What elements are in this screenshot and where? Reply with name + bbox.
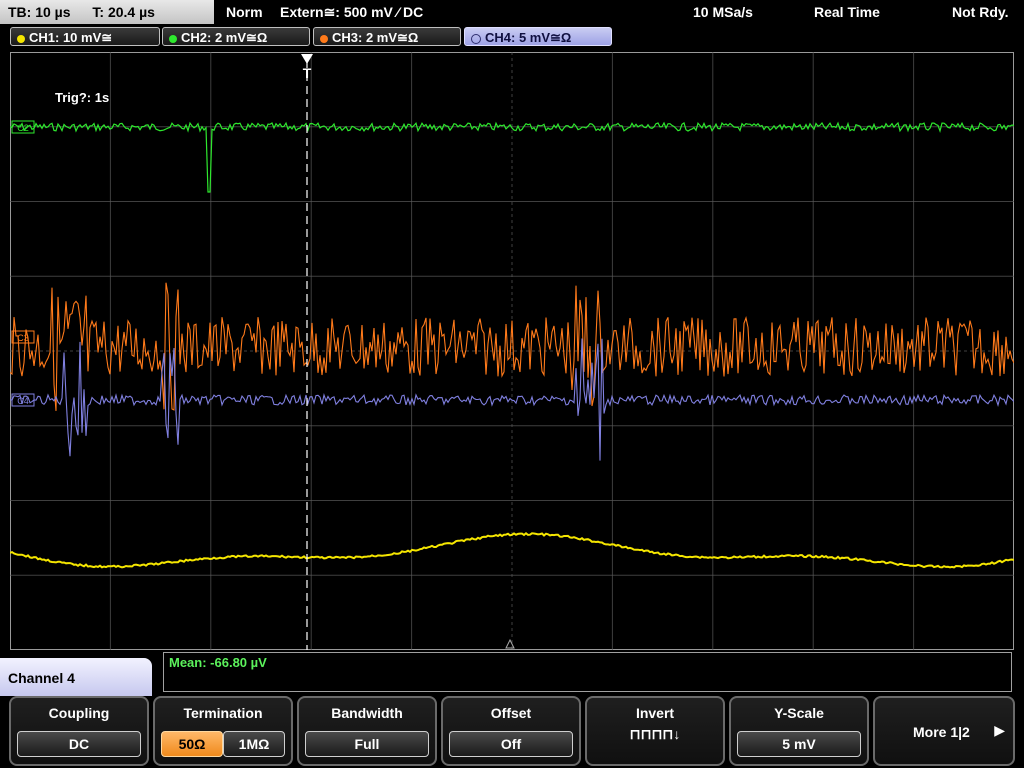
termination-1mohm-option[interactable]: 1MΩ (223, 731, 285, 757)
waveform-canvas: T C2 C3 C4 (10, 52, 1014, 650)
ch3-offset-marker-label: C3 (17, 333, 29, 343)
trigger-time-value: T: 20.4 µs (92, 4, 155, 20)
more-label: More 1|2 (913, 724, 970, 740)
termination-softkey[interactable]: Termination 50Ω 1MΩ (153, 696, 293, 766)
offset-title: Offset (490, 705, 532, 721)
bandwidth-title: Bandwidth (331, 705, 403, 721)
more-arrow-icon: ▶ (994, 722, 1005, 738)
yscale-value[interactable]: 5 mV (737, 731, 861, 757)
ch2-color-dot (169, 34, 177, 43)
ch2-offset-marker-label: C2 (17, 123, 29, 133)
center-marker-icon (505, 638, 515, 649)
trigger-mode[interactable]: Norm (226, 0, 263, 24)
ch4-label: CH4: 5 mV≅Ω (485, 30, 572, 45)
mean-measurement: Mean: -66.80 µV (169, 655, 267, 670)
termination-title: Termination (183, 705, 263, 721)
invert-waveform-icon: ⊓⊓⊓⊓↓ (629, 726, 681, 742)
trigger-status-text: Trig?: 1s (55, 90, 110, 105)
channel-2-tab[interactable]: CH2: 2 mV≅Ω (162, 27, 310, 46)
invert-title: Invert (635, 705, 675, 721)
ch2-label: CH2: 2 mV≅Ω (181, 30, 268, 45)
acquisition-status: Not Rdy. (952, 4, 1009, 20)
ch2-waveform (10, 121, 1014, 193)
status-bar: TB: 10 µs T: 20.4 µs Norm Extern≅: 500 m… (0, 0, 1024, 26)
channel-1-tab[interactable]: CH1: 10 mV≅ (10, 27, 160, 46)
timebase-box[interactable]: TB: 10 µs T: 20.4 µs (0, 0, 214, 24)
trigger-source[interactable]: Extern≅: 500 mV ⁄ DC (280, 0, 423, 24)
ch1-label: CH1: 10 mV≅ (29, 30, 113, 45)
menu-title: Channel 4 (0, 658, 152, 698)
sample-rate: 10 MSa/s (693, 4, 753, 20)
more-softkey[interactable]: More 1|2 ▶ (873, 696, 1015, 766)
trigger-marker-label: T (303, 65, 312, 81)
timebase-value: TB: 10 µs (8, 4, 71, 20)
offset-softkey[interactable]: Offset Off (441, 696, 581, 766)
coupling-title: Coupling (48, 705, 110, 721)
yscale-title: Y-Scale (774, 705, 824, 721)
acquisition-mode: Real Time (814, 4, 880, 20)
offset-value[interactable]: Off (449, 731, 573, 757)
ch3-color-dot (320, 34, 328, 43)
bandwidth-softkey[interactable]: Bandwidth Full (297, 696, 437, 766)
coupling-value[interactable]: DC (17, 731, 141, 757)
coupling-softkey[interactable]: Coupling DC (9, 696, 149, 766)
measurement-panel (163, 652, 1012, 692)
ch4-offset-marker-label: C4 (17, 396, 29, 406)
bandwidth-value[interactable]: Full (305, 731, 429, 757)
channel-4-tab[interactable]: CH4: 5 mV≅Ω (464, 27, 612, 46)
ch1-color-dot (17, 34, 25, 43)
termination-50ohm-option[interactable]: 50Ω (161, 731, 223, 757)
ch4-color-dot (471, 33, 481, 44)
ch3-label: CH3: 2 mV≅Ω (332, 30, 419, 45)
channel-3-tab[interactable]: CH3: 2 mV≅Ω (313, 27, 461, 46)
invert-softkey[interactable]: Invert ⊓⊓⊓⊓↓ (585, 696, 725, 766)
yscale-softkey[interactable]: Y-Scale 5 mV (729, 696, 869, 766)
channel-row: CH1: 10 mV≅ CH2: 2 mV≅Ω CH3: 2 mV≅Ω CH4:… (0, 27, 1024, 48)
